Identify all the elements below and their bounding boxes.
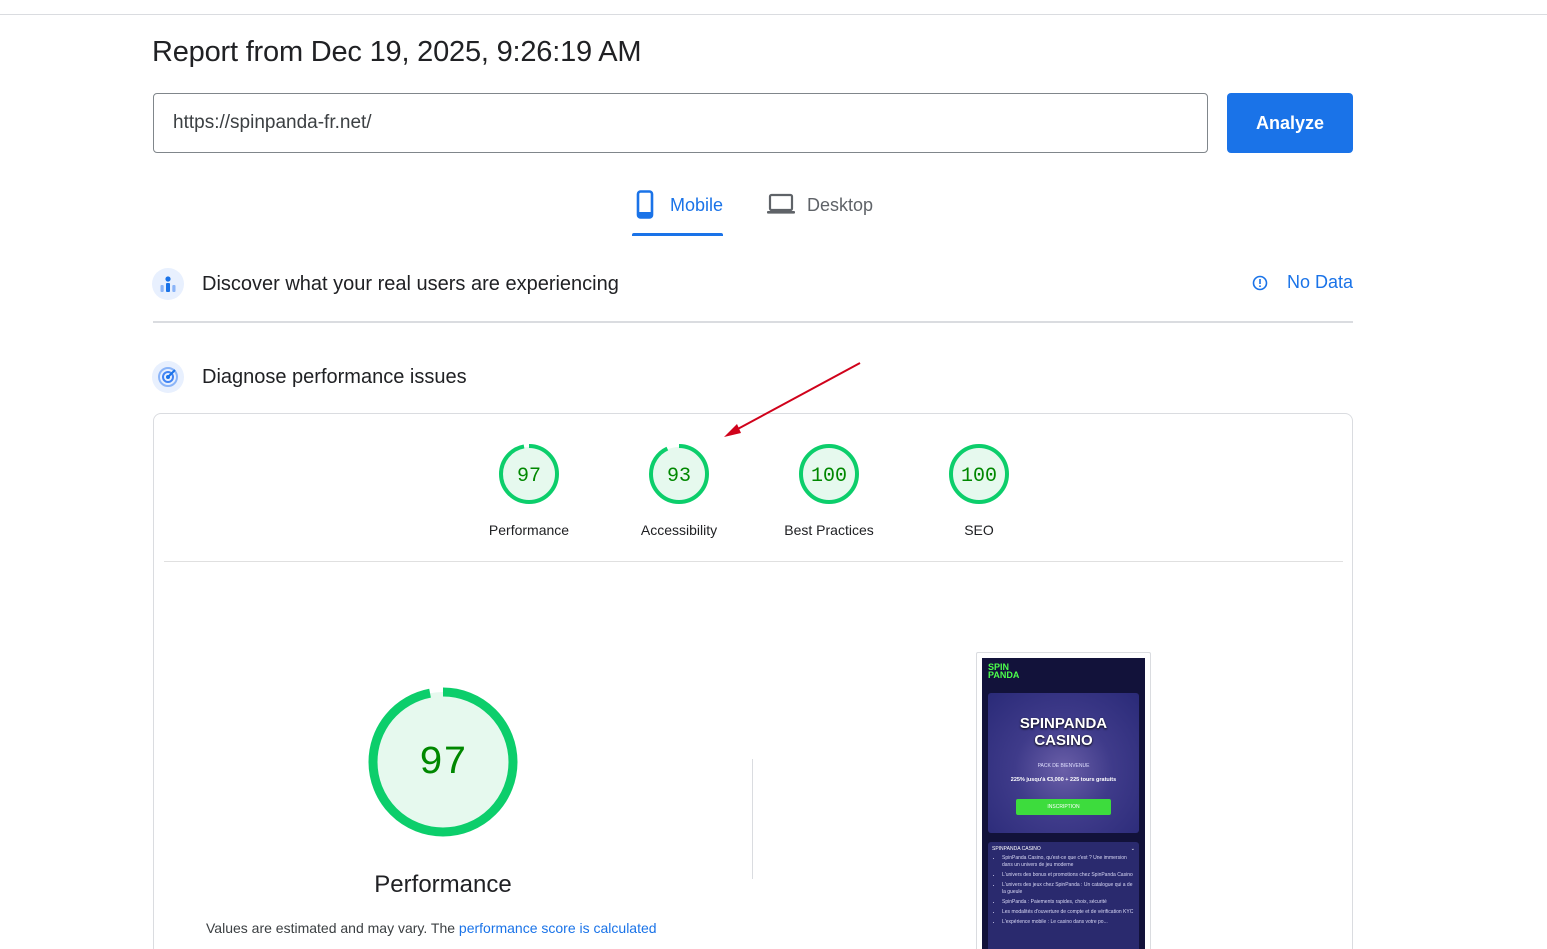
score-label: Best Practices: [784, 522, 874, 538]
toc-item: L'univers des jeux chez SpinPanda : Un c…: [1002, 882, 1135, 896]
toc-item: L'univers des bonus et promotions chez S…: [1002, 872, 1135, 879]
lighthouse-report-card: 97 Performance 93 Accessibility 100 Best…: [153, 413, 1353, 949]
diagnose-section-header: Diagnose performance issues: [152, 361, 1353, 393]
performance-big-gauge: 97: [368, 687, 518, 837]
card-divider: [164, 561, 1343, 562]
final-screenshot: SPIN PANDA SPINPANDA CASINO PACK DE BIEN…: [976, 652, 1151, 949]
screenshot-hero: SPINPANDA CASINO PACK DE BIENVENUE 225% …: [988, 693, 1139, 833]
tab-mobile[interactable]: Mobile: [632, 188, 725, 236]
vertical-divider: [752, 759, 753, 879]
score-value: 100: [961, 465, 997, 488]
analyze-button[interactable]: Analyze: [1227, 93, 1353, 153]
score-gauge-accessibility[interactable]: 93 Accessibility: [619, 443, 739, 538]
performance-title: Performance: [374, 871, 512, 898]
toc-item: Les modalités d'ouverture de compte et d…: [1002, 909, 1135, 916]
score-gauge-performance[interactable]: 97 Performance: [469, 443, 589, 538]
diagnose-title: Diagnose performance issues: [202, 365, 467, 388]
phone-icon: [632, 190, 658, 220]
toc-item: SpinPanda Casino, qu'est-ce que c'est ? …: [1002, 855, 1135, 869]
report-title: Report from Dec 19, 2025, 9:26:19 AM: [152, 36, 642, 68]
url-input[interactable]: [153, 93, 1208, 153]
score-label: Performance: [488, 522, 570, 538]
tab-desktop-label: Desktop: [807, 195, 874, 215]
users-chart-icon: [152, 268, 184, 300]
performance-score-value: 97: [419, 741, 467, 786]
hero-offer: 225% jusqu'à €3,000 + 225 tours gratuits: [1010, 777, 1117, 783]
toc-heading: SPINPANDA CASINO: [992, 846, 1041, 852]
hero-subtitle: PACK DE BIENVENUE: [1037, 763, 1090, 769]
crux-title: Discover what your real users are experi…: [202, 272, 619, 295]
score-calculation-link[interactable]: performance score is calculated: [459, 920, 657, 936]
tab-desktop[interactable]: Desktop: [767, 188, 882, 236]
site-logo: SPIN PANDA: [988, 662, 1020, 680]
score-gauge-best-practices[interactable]: 100 Best Practices: [769, 443, 889, 538]
toc-item: SpinPanda : Paiements rapides, choix, sé…: [1002, 899, 1135, 906]
toc-item: L'expérience mobile : Le casino dans vot…: [1002, 919, 1135, 926]
no-data-label: No Data: [1286, 272, 1353, 292]
score-gauge-seo[interactable]: 100 SEO: [919, 443, 1039, 538]
tab-mobile-label: Mobile: [670, 195, 724, 215]
section-divider: [153, 321, 1353, 323]
hero-signup-button: INSCRIPTION: [1016, 799, 1111, 815]
screenshot-toc: SPINPANDA CASINO ⌄ SpinPanda Casino, qu'e…: [988, 842, 1139, 949]
score-value: 100: [811, 465, 847, 488]
laptop-icon: [767, 190, 795, 216]
chevron-down-icon: ⌄: [1130, 846, 1135, 852]
score-value: 93: [667, 465, 691, 488]
hero-title: SPINPANDA CASINO: [1019, 715, 1108, 749]
lighthouse-icon: [152, 361, 184, 393]
top-divider: [0, 14, 1547, 15]
no-data-status[interactable]: No Data: [1252, 272, 1353, 293]
info-icon: [1252, 275, 1268, 291]
estimate-note: Values are estimated and may vary. The p…: [206, 920, 657, 936]
score-value: 97: [517, 465, 541, 488]
score-label: SEO: [964, 522, 994, 538]
crux-section-header: Discover what your real users are experi…: [152, 268, 1353, 300]
estimate-note-text: Values are estimated and may vary. The: [206, 920, 459, 936]
screenshot-page: SPIN PANDA SPINPANDA CASINO PACK DE BIEN…: [982, 658, 1145, 949]
score-label: Accessibility: [640, 522, 718, 538]
